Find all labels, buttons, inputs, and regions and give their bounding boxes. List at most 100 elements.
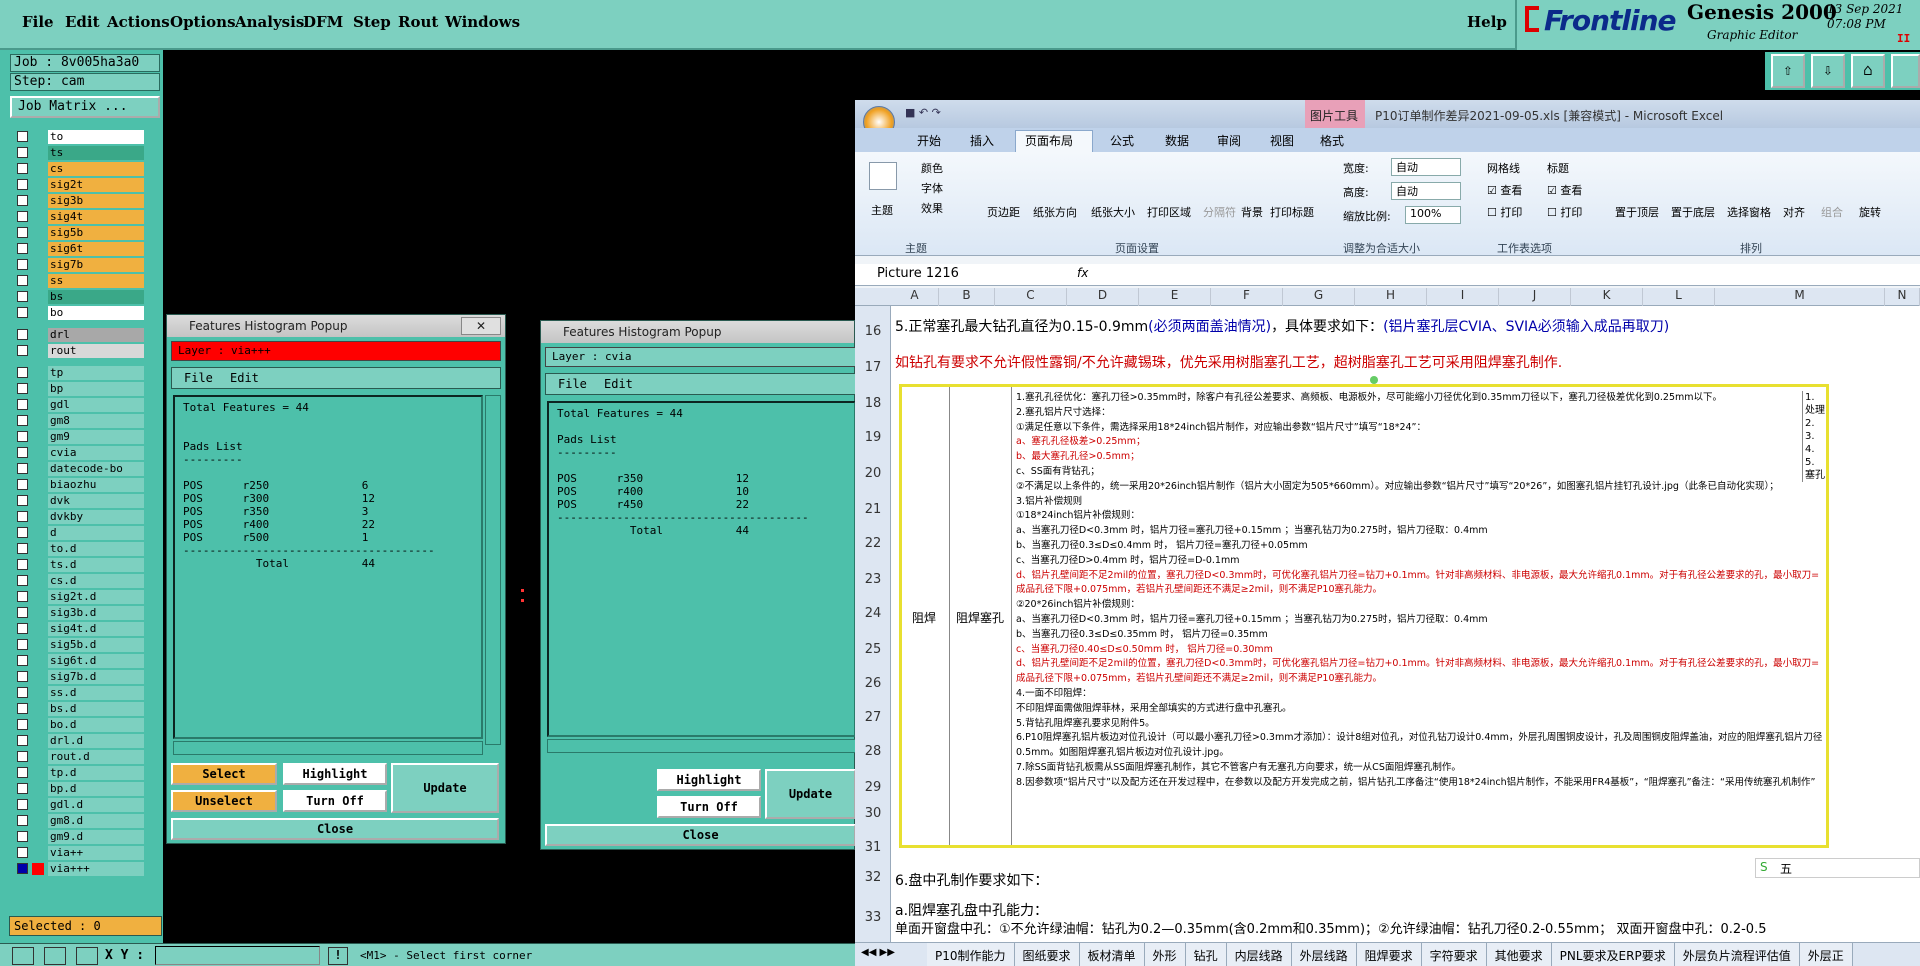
col-header[interactable]: C (995, 288, 1067, 306)
layer-name[interactable]: sig3b.d (48, 606, 144, 620)
layer-name[interactable]: drl (48, 328, 144, 342)
rotate-button[interactable]: 旋转 (1859, 204, 1881, 220)
layer-row[interactable]: gm9.d (12, 830, 144, 844)
row-header[interactable]: 27 (855, 710, 891, 725)
fonts-button[interactable]: 字体 (921, 180, 943, 196)
col-header[interactable]: K (1571, 288, 1643, 306)
col-header[interactable]: H (1355, 288, 1427, 306)
layer-row[interactable]: tp.d (12, 766, 144, 780)
layer-checkbox[interactable] (17, 431, 28, 442)
layer-name[interactable]: sig6t (48, 242, 144, 256)
save-icon[interactable]: ■ ↶ ↷ (905, 106, 941, 119)
layer-name[interactable]: sig4t (48, 210, 144, 224)
layer-name[interactable]: dvk (48, 494, 144, 508)
layer-checkbox[interactable] (17, 383, 28, 394)
layer-row[interactable]: datecode-bo (12, 462, 144, 476)
layer-name[interactable]: sig5b (48, 226, 144, 240)
print-titles-button[interactable]: 打印标题 (1270, 204, 1314, 220)
layer-name[interactable]: sig7b.d (48, 670, 144, 684)
sheet-tab[interactable]: PNL要求及ERP要求 (1551, 943, 1675, 966)
row-header[interactable]: 21 (855, 502, 891, 517)
menu-step[interactable]: Step (353, 13, 391, 31)
tab-home[interactable]: 开始 (917, 132, 941, 149)
layer-row[interactable]: dvk (12, 494, 144, 508)
layer-checkbox[interactable] (17, 415, 28, 426)
layer-checkbox[interactable] (17, 243, 28, 254)
upload-icon[interactable]: ⇧ (1771, 54, 1805, 88)
layer-checkbox[interactable] (17, 591, 28, 602)
layer-checkbox[interactable] (17, 687, 28, 698)
layer-name[interactable]: tp.d (48, 766, 144, 780)
layer-name[interactable]: sig4t.d (48, 622, 144, 636)
layer-row[interactable]: sig4t.d (12, 622, 144, 636)
col-header[interactable]: M (1715, 288, 1885, 306)
layer-row[interactable]: bp (12, 382, 144, 396)
menu-edit[interactable]: Edit (65, 13, 100, 31)
layer-name[interactable]: sig5b.d (48, 638, 144, 652)
sheet-tab[interactable]: 板材清单 (1079, 943, 1145, 966)
menu-windows[interactable]: Windows (445, 13, 520, 31)
rotate-handle[interactable] (1370, 376, 1378, 384)
layer-checkbox[interactable] (17, 447, 28, 458)
download-icon[interactable]: ⇩ (1811, 54, 1845, 88)
layer-row[interactable]: sig5b.d (12, 638, 144, 652)
tab-view[interactable]: 视图 (1270, 132, 1294, 149)
turn-off-button[interactable]: Turn Off (283, 790, 387, 812)
col-header[interactable]: B (939, 288, 995, 306)
layer-row[interactable]: ts (12, 146, 144, 160)
row-header[interactable]: 22 (855, 536, 891, 551)
layer-checkbox[interactable] (17, 623, 28, 634)
bring-front-button[interactable]: 置于顶层 (1615, 204, 1659, 220)
layer-name[interactable]: dvkby (48, 510, 144, 524)
sheet-tab[interactable]: 图纸要求 (1014, 943, 1080, 966)
row-header[interactable]: 29 (855, 780, 891, 795)
layer-checkbox[interactable] (17, 131, 28, 142)
row-header[interactable]: 25 (855, 642, 891, 657)
menu-dfm[interactable]: DFM (303, 13, 343, 31)
layer-checkbox[interactable] (17, 463, 28, 474)
col-header[interactable]: A (891, 288, 939, 306)
layer-row[interactable]: sig4t (12, 210, 144, 224)
zoom-icon[interactable] (12, 947, 34, 965)
layer-checkbox[interactable] (17, 211, 28, 222)
sheet-tab[interactable]: 字符要求 (1421, 943, 1487, 966)
layer-name[interactable]: bs.d (48, 702, 144, 716)
layer-checkbox[interactable] (17, 703, 28, 714)
layer-checkbox[interactable] (17, 399, 28, 410)
row-header[interactable]: 17 (855, 360, 891, 375)
ime-toolbar[interactable]: S 五 (1755, 858, 1920, 878)
layer-name[interactable]: gdl (48, 398, 144, 412)
layer-row[interactable]: bs (12, 290, 144, 304)
row-header[interactable]: 19 (855, 430, 891, 445)
layer-row[interactable]: sig5b (12, 226, 144, 240)
layer-row[interactable]: gm8.d (12, 814, 144, 828)
col-header[interactable]: L (1643, 288, 1715, 306)
row-header[interactable]: 18 (855, 396, 891, 411)
send-back-button[interactable]: 置于底层 (1671, 204, 1715, 220)
sheet-tab[interactable]: 外层线路 (1291, 943, 1357, 966)
scale-input[interactable]: 100% (1405, 206, 1461, 224)
layer-row[interactable]: rout.d (12, 750, 144, 764)
theme-icon[interactable] (869, 162, 897, 190)
layer-name[interactable]: datecode-bo (48, 462, 144, 476)
layer-checkbox[interactable] (17, 307, 28, 318)
tab-format[interactable]: 格式 (1320, 132, 1344, 149)
select-button[interactable]: Select (171, 763, 277, 785)
col-header[interactable]: J (1499, 288, 1571, 306)
tab-page-layout[interactable]: 页面布局 (1025, 132, 1073, 149)
update-button[interactable]: Update (765, 769, 856, 819)
horizontal-scrollbar[interactable] (547, 739, 856, 753)
layer-row[interactable]: bp.d (12, 782, 144, 796)
vertical-scrollbar[interactable] (485, 395, 501, 745)
layer-row[interactable]: cs.d (12, 574, 144, 588)
layer-row[interactable]: rout (12, 344, 144, 358)
layer-name[interactable]: ss (48, 274, 144, 288)
sheet-tab[interactable]: 钻孔 (1185, 943, 1227, 966)
layer-checkbox[interactable] (17, 163, 28, 174)
menu-analysis[interactable]: Analysis (235, 13, 304, 31)
layer-checkbox[interactable] (17, 495, 28, 506)
layer-name[interactable]: ts (48, 146, 144, 160)
layer-checkbox[interactable] (17, 607, 28, 618)
layer-name[interactable]: via++ (48, 846, 144, 860)
highlight-button[interactable]: Highlight (283, 763, 387, 785)
